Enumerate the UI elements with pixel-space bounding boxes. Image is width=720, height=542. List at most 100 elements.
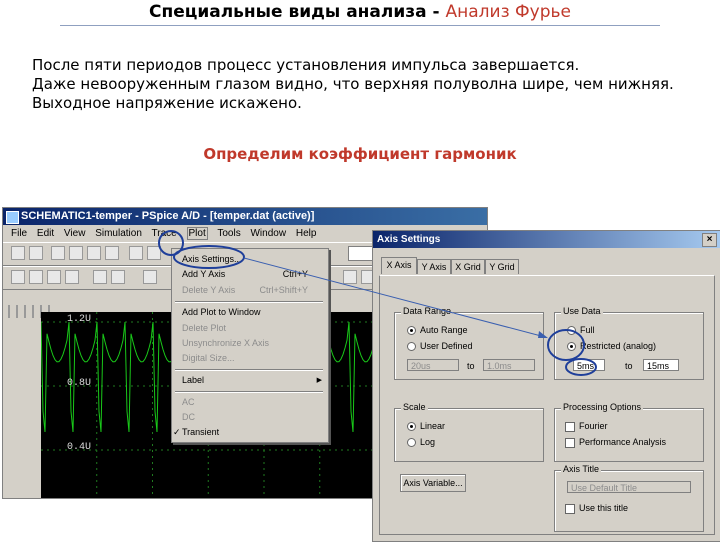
cursor-icon[interactable] [143, 270, 157, 284]
tab-x-grid[interactable]: X Grid [451, 259, 485, 274]
processing-options-group: Processing Options Fourier Performance A… [554, 402, 704, 462]
paragraph-line: После пяти периодов процесс установления… [32, 56, 580, 74]
menu-file[interactable]: File [11, 228, 27, 239]
menu-item-label[interactable]: Label [182, 375, 204, 385]
shortcut-delete-y-axis: Ctrl+Shift+Y [259, 285, 308, 295]
data-range-group: Data Range Auto Range User Defined 20us … [394, 306, 544, 380]
user-defined-option[interactable]: User Defined [407, 341, 473, 352]
submenu-arrow-icon: ▶ [316, 377, 322, 384]
radio-icon [567, 326, 576, 336]
axis-title-field[interactable]: Use Default Title [567, 481, 691, 493]
slide-title: Специальные виды анализа - Анализ Фурье [0, 0, 720, 24]
range-to-label: to [467, 361, 475, 371]
axis-title-group: Axis Title Use Default Title Use this ti… [554, 464, 704, 532]
pspice-titlebar[interactable]: SCHEMATIC1-temper - PSpice A/D - [temper… [3, 208, 487, 225]
checkbox-icon [565, 421, 575, 432]
pspice-title: SCHEMATIC1-temper - PSpice A/D - [temper… [21, 210, 315, 222]
log-option[interactable]: Log [407, 437, 435, 448]
linear-label: Linear [420, 421, 446, 431]
side-tool-icon[interactable] [32, 305, 34, 318]
app-icon [6, 211, 19, 224]
open-folder-icon[interactable] [69, 246, 83, 260]
tab-y-axis[interactable]: Y Axis [417, 259, 451, 274]
paragraph-line: Даже невооруженным глазом видно, что вер… [32, 75, 674, 93]
radio-selected-icon [567, 342, 576, 352]
menu-window[interactable]: Window [250, 228, 286, 239]
menu-view[interactable]: View [64, 228, 86, 239]
linear-option[interactable]: Linear [407, 421, 446, 432]
menu-item-delete-y-axis[interactable]: Delete Y Axis [182, 285, 235, 295]
menu-item-delete-plot[interactable]: Delete Plot [182, 323, 226, 333]
slide-subheading: Определим коэффициент гармоник [203, 145, 517, 163]
use-from-field[interactable]: 5ms [573, 359, 605, 371]
shortcut-add-y-axis: Ctrl+Y [282, 269, 308, 279]
performance-label: Performance Analysis [579, 437, 667, 447]
performance-checkbox[interactable]: Performance Analysis [565, 437, 666, 448]
zoom-area-icon[interactable] [47, 270, 61, 284]
zoom-fit-icon[interactable] [65, 270, 79, 284]
menu-separator [175, 391, 323, 393]
menu-plot[interactable]: Plot [186, 227, 208, 240]
menu-tools[interactable]: Tools [217, 228, 240, 239]
menu-item-axis-settings[interactable]: Axis Settings... [182, 254, 242, 264]
auto-range-label: Auto Range [420, 325, 468, 335]
full-option[interactable]: Full [567, 325, 595, 336]
axis-variable-button[interactable]: Axis Variable... [400, 474, 466, 492]
zoom-out-icon[interactable] [29, 270, 43, 284]
use-to-field[interactable]: 15ms [643, 359, 679, 371]
menu-item-ac[interactable]: AC [182, 397, 195, 407]
axis-settings-dialog: Axis Settings × X Axis Y Axis X Grid Y G… [372, 230, 720, 542]
zoom-in-icon[interactable] [11, 270, 25, 284]
auto-range-option[interactable]: Auto Range [407, 325, 468, 336]
restricted-option[interactable]: Restricted (analog) [567, 341, 657, 352]
axis-title-label: Axis Title [561, 464, 602, 474]
new-icon[interactable] [11, 246, 25, 260]
menu-simulation[interactable]: Simulation [95, 228, 142, 239]
range-to-field[interactable]: 1.0ms [483, 359, 535, 371]
menu-item-add-y-axis[interactable]: Add Y Axis [182, 269, 225, 279]
radio-icon [407, 342, 416, 352]
marker-icon[interactable] [343, 270, 357, 284]
side-tool-icon[interactable] [24, 305, 26, 318]
menu-item-dc[interactable]: DC [182, 412, 195, 422]
tab-x-axis[interactable]: X Axis [381, 257, 417, 274]
scale-label: Scale [401, 402, 428, 412]
restricted-label: Restricted (analog) [580, 341, 657, 351]
arrow-right-icon[interactable] [111, 270, 125, 284]
dialog-titlebar[interactable]: Axis Settings × [373, 231, 720, 248]
side-tool-icon[interactable] [16, 305, 18, 318]
menu-item-transient[interactable]: Transient [182, 427, 219, 437]
menu-item-unsync-x[interactable]: Unsynchronize X Axis [182, 338, 269, 348]
processing-options-label: Processing Options [561, 402, 644, 412]
checkbox-icon [565, 437, 575, 448]
print-icon[interactable] [105, 246, 119, 260]
range-from-field[interactable]: 20us [407, 359, 459, 371]
checkbox-icon [565, 503, 575, 514]
dropdown-icon[interactable] [29, 246, 43, 260]
slide-paragraph: После пяти периодов процесс установления… [32, 56, 674, 113]
close-icon[interactable]: × [702, 233, 717, 247]
y-tick-label: 0.4U [67, 442, 92, 453]
menu-item-digital-size[interactable]: Digital Size... [182, 353, 235, 363]
arrow-left-icon[interactable] [93, 270, 107, 284]
paragraph-line: Выходное напряжение искажено. [32, 94, 302, 112]
radio-icon [407, 438, 416, 448]
tab-y-grid[interactable]: Y Grid [485, 259, 519, 274]
save-icon[interactable] [87, 246, 101, 260]
cut-icon[interactable] [129, 246, 143, 260]
copy-icon[interactable] [147, 246, 161, 260]
use-title-label: Use this title [579, 503, 629, 513]
open-icon[interactable] [51, 246, 65, 260]
menu-help[interactable]: Help [296, 228, 317, 239]
slide-title-main: Специальные виды анализа - [149, 2, 446, 22]
full-label: Full [580, 325, 595, 335]
fourier-checkbox[interactable]: Fourier [565, 421, 608, 432]
use-title-checkbox[interactable]: Use this title [565, 503, 628, 514]
fourier-label: Fourier [579, 421, 608, 431]
menu-edit[interactable]: Edit [37, 228, 54, 239]
title-divider [60, 25, 660, 26]
menu-item-add-plot[interactable]: Add Plot to Window [182, 307, 261, 317]
side-tool-icon[interactable] [8, 305, 10, 318]
menu-trace[interactable]: Trace [152, 228, 177, 239]
plot-menu: Axis Settings... Add Y Axis Ctrl+Y Delet… [171, 248, 329, 443]
